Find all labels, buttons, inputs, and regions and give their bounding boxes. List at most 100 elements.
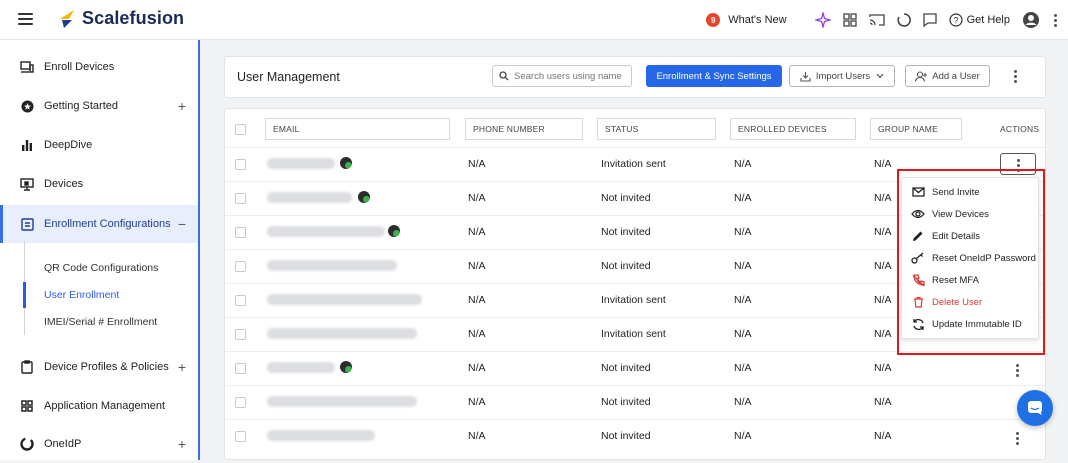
collapse-icon[interactable]: −: [178, 216, 186, 232]
add-user-label: Add a User: [932, 70, 980, 82]
bar-chart-icon: [20, 138, 34, 152]
row-actions-icon[interactable]: [1016, 432, 1020, 447]
get-help-button[interactable]: ? Get Help: [948, 13, 1010, 27]
email-redacted: [267, 192, 352, 203]
phone-cell: N/A: [468, 260, 486, 272]
star-badge-icon: [20, 99, 34, 113]
header-more-icon[interactable]: [1014, 70, 1018, 85]
email-redacted: [267, 430, 375, 441]
row-actions-icon[interactable]: [1016, 364, 1020, 379]
add-user-button[interactable]: Add a User: [905, 65, 990, 87]
page-title: User Management: [237, 70, 340, 84]
row-checkbox[interactable]: [235, 261, 246, 272]
whats-new-badge: 9: [706, 13, 721, 27]
cast-icon[interactable]: [868, 13, 885, 27]
sidebar: Enroll Devices Getting Started + DeepDiv…: [0, 40, 200, 460]
group-cell: N/A: [874, 294, 892, 306]
subitem-user-enrollment[interactable]: User Enrollment: [44, 289, 119, 301]
sidebar-item-application-management[interactable]: Application Management: [0, 387, 198, 425]
expand-icon[interactable]: +: [178, 98, 186, 114]
column-header-group-name[interactable]: GROUP NAME: [870, 118, 962, 140]
import-users-button[interactable]: Import Users: [789, 65, 895, 87]
oneidp-icon: [20, 437, 34, 451]
devices-cell: N/A: [734, 226, 752, 238]
phone-cell: N/A: [468, 430, 486, 442]
sidebar-item-devices[interactable]: Devices: [0, 165, 198, 203]
row-checkbox[interactable]: [235, 193, 246, 204]
chat-support-button[interactable]: [1017, 390, 1053, 426]
table-row[interactable]: N/A Not invited N/A N/A: [225, 351, 1045, 385]
devices-cell: N/A: [734, 430, 752, 442]
sidebar-item-getting-started[interactable]: Getting Started +: [0, 87, 198, 125]
group-cell: N/A: [874, 158, 892, 170]
more-options-icon[interactable]: [1054, 13, 1058, 27]
sidebar-item-label: Application Management: [44, 400, 166, 412]
email-redacted: [267, 226, 385, 237]
sparkle-icon[interactable]: [814, 12, 831, 28]
row-checkbox[interactable]: [235, 227, 246, 238]
phone-cell: N/A: [468, 396, 486, 408]
sidebar-item-label: Devices: [44, 178, 84, 190]
column-header-actions: ACTIONS: [1000, 124, 1040, 134]
row-checkbox[interactable]: [235, 363, 246, 374]
status-cell: Not invited: [601, 260, 651, 272]
row-checkbox[interactable]: [235, 295, 246, 306]
devices-cell: N/A: [734, 158, 752, 170]
search-input[interactable]: [514, 70, 624, 82]
expand-icon[interactable]: +: [178, 436, 186, 452]
whats-new-button[interactable]: 9 What's New: [706, 13, 787, 27]
sidebar-item-oneidp[interactable]: OneIdP +: [0, 425, 198, 463]
sidebar-item-enroll-devices[interactable]: Enroll Devices: [0, 48, 198, 86]
config-icon: [20, 217, 34, 231]
user-status-icon: [340, 157, 352, 169]
devices-cell: N/A: [734, 328, 752, 340]
search-box[interactable]: [492, 65, 632, 87]
chat-icon: [1028, 401, 1042, 415]
sidebar-item-deepdive[interactable]: DeepDive: [0, 126, 198, 164]
devices-cell: N/A: [734, 260, 752, 272]
hamburger-menu-icon[interactable]: [18, 13, 33, 25]
get-help-label: Get Help: [966, 14, 1010, 26]
group-cell: N/A: [874, 260, 892, 272]
sidebar-item-device-profiles-policies[interactable]: Device Profiles & Policies +: [0, 348, 198, 386]
devices-cell: N/A: [734, 396, 752, 408]
chevron-down-icon: [876, 73, 884, 79]
status-cell: Invitation sent: [601, 294, 666, 306]
column-header-phone[interactable]: PHONE NUMBER: [465, 118, 583, 140]
column-header-status[interactable]: STATUS: [597, 118, 716, 140]
feedback-icon[interactable]: [922, 13, 937, 27]
loader-icon[interactable]: [897, 13, 911, 27]
email-redacted: [267, 396, 417, 407]
sidebar-item-label: Enroll Devices: [44, 61, 115, 73]
enrollment-sync-settings-button[interactable]: Enrollment & Sync Settings: [646, 65, 782, 87]
subitem-imei-serial-enrollment[interactable]: IMEI/Serial # Enrollment: [44, 316, 157, 328]
email-redacted: [267, 328, 417, 339]
email-redacted: [267, 260, 397, 271]
row-checkbox[interactable]: [235, 329, 246, 340]
user-management-header: User Management Enrollment & Sync Settin…: [224, 56, 1046, 98]
user-avatar-icon[interactable]: [1022, 11, 1040, 29]
expand-icon[interactable]: +: [178, 359, 186, 375]
help-icon: ?: [948, 13, 963, 27]
sidebar-item-label: Enrollment Configurations: [44, 218, 171, 230]
sidebar-item-enrollment-configurations[interactable]: Enrollment Configurations −: [0, 205, 198, 243]
top-bar: Scalefusion 9 What's New ? Get Help: [0, 0, 1068, 40]
phone-cell: N/A: [468, 328, 486, 340]
logo[interactable]: Scalefusion: [58, 8, 184, 29]
select-all-checkbox[interactable]: [235, 124, 246, 135]
row-checkbox[interactable]: [235, 431, 246, 442]
phone-cell: N/A: [468, 226, 486, 238]
column-header-email[interactable]: EMAIL: [265, 118, 450, 140]
devices-cell: N/A: [734, 362, 752, 374]
row-checkbox[interactable]: [235, 159, 246, 170]
apps-grid-icon[interactable]: [842, 13, 857, 27]
group-cell: N/A: [874, 192, 892, 204]
row-checkbox[interactable]: [235, 397, 246, 408]
table-row[interactable]: N/A Not invited N/A N/A: [225, 385, 1045, 419]
import-users-label: Import Users: [815, 70, 871, 82]
devices-cell: N/A: [734, 294, 752, 306]
subitem-qr-code-configurations[interactable]: QR Code Configurations: [44, 262, 158, 274]
table-row[interactable]: N/A Not invited N/A N/A: [225, 419, 1045, 453]
status-cell: Not invited: [601, 430, 651, 442]
column-header-enrolled-devices[interactable]: ENROLLED DEVICES: [730, 118, 856, 140]
